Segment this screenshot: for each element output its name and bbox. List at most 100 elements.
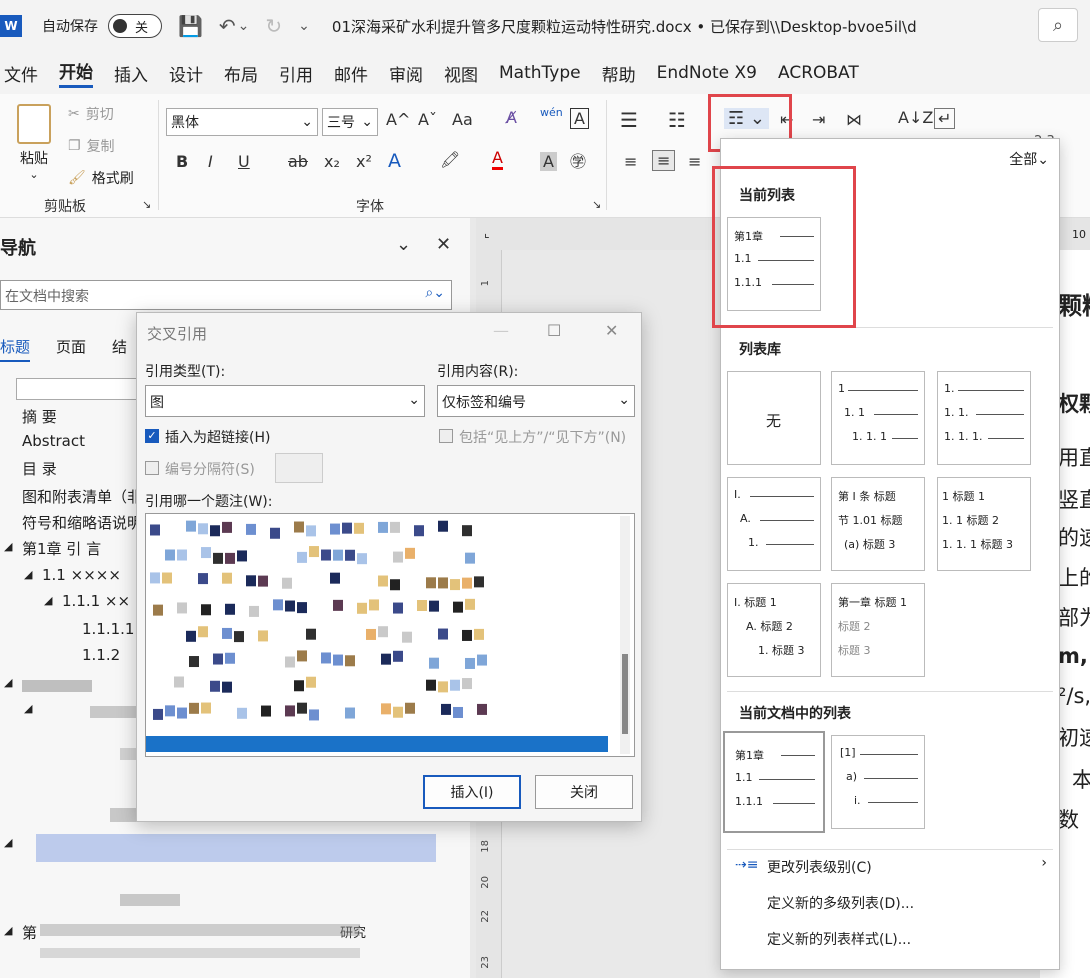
document-title[interactable]: 01深海采矿水利提升管多尺度颗粒运动特性研究.docx • 已保存到\\Desk… <box>332 16 932 37</box>
italic-icon[interactable]: I <box>208 152 213 171</box>
numbering-icon[interactable]: ☷ <box>668 108 686 132</box>
character-border-icon[interactable]: A <box>570 108 589 129</box>
show-marks-icon[interactable]: ↵ <box>934 108 956 129</box>
tab-layout[interactable]: 布局 <box>224 61 258 86</box>
center-icon[interactable]: ≡ <box>652 150 676 171</box>
heading-edit-box[interactable] <box>16 378 146 400</box>
collapse-icon[interactable]: ◢ <box>4 676 12 689</box>
font-color-icon[interactable]: A <box>492 148 503 170</box>
nav-item[interactable]: 摘 要 <box>22 406 57 427</box>
tab-home[interactable]: 开始 <box>59 58 93 88</box>
tab-endnote[interactable]: EndNote X9 <box>657 63 757 83</box>
phonetic-guide-icon[interactable]: wén <box>540 106 563 119</box>
bullets-icon[interactable]: ☰ <box>620 108 638 132</box>
redo-icon[interactable]: ↻ <box>265 14 282 38</box>
insert-hyperlink-checkbox[interactable]: ✓ <box>145 429 159 443</box>
collapse-icon[interactable]: ◢ <box>4 836 12 849</box>
list-tile[interactable]: 1 1. 1 1. 1. 1 <box>831 371 925 465</box>
tab-file[interactable]: 文件 <box>4 61 38 86</box>
maximize-icon[interactable]: ☐ <box>547 321 561 340</box>
nav-item[interactable]: 图和附表清单（非 <box>22 486 142 507</box>
collapse-icon[interactable]: ◢ <box>4 924 12 937</box>
undo-dropdown-icon[interactable]: ⌄ <box>238 18 250 34</box>
subscript-icon[interactable]: x₂ <box>324 152 340 171</box>
nav-item[interactable]: Abstract <box>22 432 85 450</box>
change-case-icon[interactable]: Aa <box>452 110 473 129</box>
save-icon[interactable]: 💾 <box>178 14 203 38</box>
list-tile[interactable]: 第 Ⅰ 条 标题 节 1.01 标题 (a) 标题 3 <box>831 477 925 571</box>
nav-item[interactable]: 目 录 <box>22 458 57 479</box>
undo-icon[interactable]: ↶ <box>219 14 236 38</box>
nav-item[interactable]: 1.1.2 <box>82 646 120 664</box>
include-above-below-checkbox[interactable] <box>439 429 453 443</box>
chinese-layout-icon[interactable]: ⋈ <box>846 110 862 129</box>
strikethrough-icon[interactable]: ab <box>288 152 308 171</box>
define-multilevel-item[interactable]: 定义新的多级列表(D)... <box>767 893 914 913</box>
align-right-icon[interactable]: ≡ <box>688 152 701 171</box>
collapse-icon[interactable]: ◢ <box>24 702 32 715</box>
font-size-select[interactable]: 三号 ⌄ <box>322 108 378 136</box>
list-tile[interactable]: 第一章 标题 1 标题 2 标题 3 <box>831 583 925 677</box>
tab-headings[interactable]: 标题 <box>0 336 31 362</box>
define-list-style-item[interactable]: 定义新的列表样式(L)... <box>767 929 911 949</box>
character-shading-icon[interactable]: A <box>540 152 557 171</box>
font-launcher-icon[interactable]: ↘ <box>592 198 601 211</box>
separator-input[interactable] <box>275 453 323 483</box>
collapse-icon[interactable]: ◢ <box>44 594 52 607</box>
highlight-icon[interactable]: 🖍 <box>440 150 460 169</box>
tab-help[interactable]: 帮助 <box>602 61 636 86</box>
separate-numbers-checkbox[interactable] <box>145 461 159 475</box>
clipboard-launcher-icon[interactable]: ↘ <box>142 198 151 211</box>
ref-type-select[interactable]: 图 ⌄ <box>145 385 425 417</box>
sort-icon[interactable]: A↓Z <box>898 108 933 127</box>
list-tile[interactable]: 1. 1. 1. 1. 1. 1. <box>937 371 1031 465</box>
clear-formatting-icon[interactable]: A̸ <box>506 108 517 127</box>
tab-view[interactable]: 视图 <box>444 61 478 86</box>
document-list-tile[interactable]: 第1章 1.1 1.1.1 <box>723 731 825 833</box>
shrink-font-icon[interactable]: Aˇ <box>418 110 437 129</box>
grow-font-icon[interactable]: A^ <box>386 110 410 129</box>
nav-item[interactable]: 1.1 ×××× <box>42 566 121 584</box>
nav-item[interactable]: 1.1.1 ×× <box>62 592 130 610</box>
list-tile-none[interactable]: 无 <box>727 371 821 465</box>
superscript-icon[interactable]: x² <box>356 152 372 171</box>
tab-design[interactable]: 设计 <box>169 61 203 86</box>
close-icon[interactable]: ✕ <box>436 234 451 255</box>
tab-mailings[interactable]: 邮件 <box>334 61 368 86</box>
tab-stop-icon[interactable]: ⌞ <box>484 226 490 240</box>
change-list-level-item[interactable]: 更改列表级别(C) <box>767 857 872 877</box>
collapse-icon[interactable]: ◢ <box>4 540 12 553</box>
copy-button[interactable]: ❐ 复制 <box>68 136 115 156</box>
list-tile[interactable]: 1 标题 1 1. 1 标题 2 1. 1. 1 标题 3 <box>937 477 1031 571</box>
close-button[interactable]: 关闭 <box>535 775 633 809</box>
caption-list[interactable] <box>145 513 635 757</box>
nav-item[interactable]: 符号和缩略语说明 <box>22 512 142 533</box>
text-effects-icon[interactable]: A <box>388 150 401 172</box>
underline-icon[interactable]: U <box>238 152 250 171</box>
increase-indent-icon[interactable]: ⇥ <box>812 110 825 129</box>
tab-pages[interactable]: 页面 <box>56 336 86 362</box>
customize-toolbar-icon[interactable]: ⌄ <box>298 18 310 34</box>
autosave-toggle[interactable]: 关 <box>108 14 162 38</box>
tab-references[interactable]: 引用 <box>279 61 313 86</box>
tab-mathtype[interactable]: MathType <box>499 63 581 83</box>
search-icon[interactable]: ⌕⌄ <box>425 285 445 301</box>
nav-item[interactable]: 1.1.1.1 <box>82 620 134 638</box>
document-list-tile[interactable]: [1] a) i. <box>831 735 925 829</box>
search-icon[interactable]: ⌕ <box>1038 8 1078 42</box>
ref-content-select[interactable]: 仅标签和编号 ⌄ <box>437 385 635 417</box>
list-tile[interactable]: I. 标题 1 A. 标题 2 1. 标题 3 <box>727 583 821 677</box>
collapse-icon[interactable]: ◢ <box>24 568 32 581</box>
enclose-character-icon[interactable]: ㊫ <box>570 148 586 172</box>
nav-item[interactable]: 第 <box>22 922 37 943</box>
tab-insert[interactable]: 插入 <box>114 61 148 86</box>
align-left-icon[interactable]: ≡ <box>624 152 637 171</box>
filter-select[interactable]: 全部⌄ <box>1009 149 1049 169</box>
format-painter-button[interactable]: 🖌 格式刷 <box>68 168 134 188</box>
insert-button[interactable]: 插入(I) <box>423 775 521 809</box>
tab-results[interactable]: 结 <box>112 336 127 362</box>
tab-acrobat[interactable]: ACROBAT <box>778 63 859 83</box>
bold-icon[interactable]: B <box>176 152 188 171</box>
cut-button[interactable]: ✂ 剪切 <box>68 104 114 124</box>
font-name-select[interactable]: 黑体 ⌄ <box>166 108 318 136</box>
